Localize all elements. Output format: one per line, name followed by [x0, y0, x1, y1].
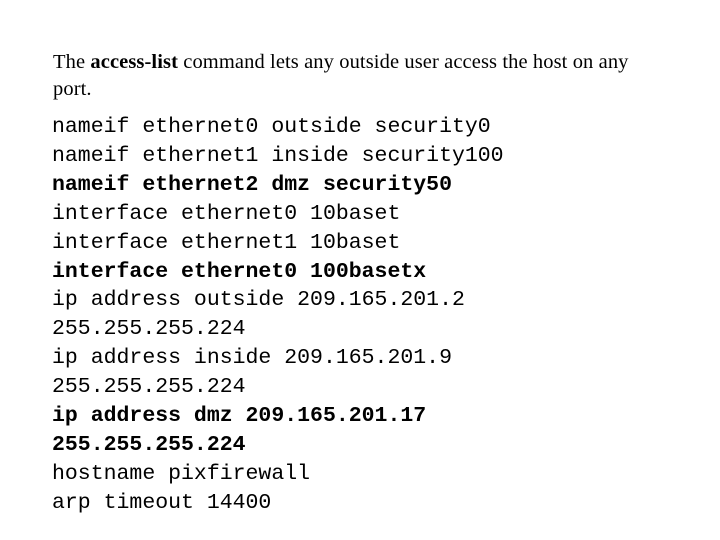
config-line: ip address outside 209.165.201.2: [52, 288, 465, 313]
intro-paragraph: The access-list command lets any outside…: [53, 49, 653, 103]
config-line: 255.255.255.224: [52, 375, 246, 400]
config-line: hostname pixfirewall: [52, 461, 311, 486]
config-line: interface ethernet1 10baset: [52, 230, 401, 255]
intro-text-before: The: [53, 50, 91, 73]
config-line: ip address dmz 209.165.201.17: [52, 404, 427, 429]
config-line: ip address inside 209.165.201.9: [52, 346, 452, 371]
config-line: 255.255.255.224: [52, 432, 246, 457]
slide-canvas: The access-list command lets any outside…: [0, 0, 720, 540]
config-line: nameif ethernet0 outside security0: [52, 115, 491, 139]
access-list-command-term: access-list: [90, 50, 179, 73]
config-line: nameif ethernet1 inside security100: [52, 143, 504, 168]
config-line: interface ethernet0 100basetx: [52, 259, 427, 284]
config-listing: nameif ethernet0 outside security0 nameif…: [52, 113, 504, 518]
config-line: nameif ethernet2 dmz security50: [52, 172, 452, 197]
config-line: arp timeout 14400: [52, 490, 272, 515]
config-line: 255.255.255.224: [52, 317, 246, 342]
config-line: interface ethernet0 10baset: [52, 201, 401, 226]
